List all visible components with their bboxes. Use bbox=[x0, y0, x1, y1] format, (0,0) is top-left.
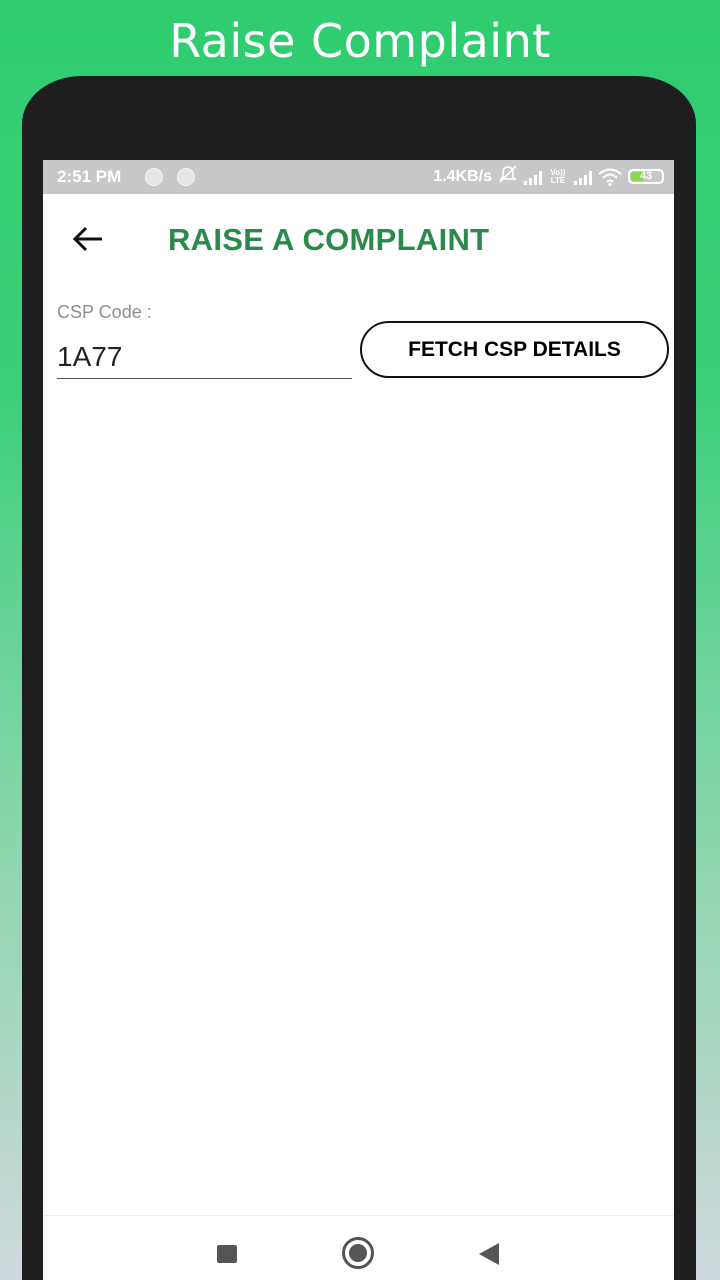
volte-icon: Vo)) LTE bbox=[550, 167, 566, 185]
arrow-left-icon bbox=[72, 226, 102, 252]
battery-level: 43 bbox=[639, 170, 653, 182]
recents-square-icon[interactable] bbox=[217, 1245, 237, 1263]
page-title: RAISE A COMPLAINT bbox=[168, 222, 490, 257]
csp-code-input[interactable] bbox=[57, 336, 352, 379]
signal-icon bbox=[574, 169, 592, 185]
back-button[interactable] bbox=[69, 220, 107, 258]
wifi-icon bbox=[598, 168, 622, 186]
phone-screen: 2:51 PM 1.4KB/s Vo)) LTE 43 RAISE A COMP… bbox=[43, 160, 674, 1280]
status-bar: 2:51 PM 1.4KB/s Vo)) LTE 43 bbox=[43, 160, 674, 194]
status-icons: 1.4KB/s Vo)) LTE 43 bbox=[433, 165, 664, 188]
app-bar: RAISE A COMPLAINT bbox=[43, 194, 674, 284]
system-nav-bar bbox=[43, 1215, 674, 1280]
network-speed: 1.4KB/s bbox=[433, 167, 492, 185]
status-time: 2:51 PM bbox=[57, 167, 122, 186]
back-triangle-icon[interactable] bbox=[479, 1243, 499, 1265]
notification-dot-icon bbox=[145, 168, 163, 186]
csp-code-label: CSP Code : bbox=[57, 302, 152, 322]
muted-bell-icon bbox=[498, 165, 518, 188]
signal-icon bbox=[524, 169, 542, 185]
promo-title: Raise Complaint bbox=[169, 14, 551, 68]
fetch-csp-details-button[interactable]: FETCH CSP DETAILS bbox=[360, 321, 669, 378]
battery-icon: 43 bbox=[628, 169, 664, 184]
home-circle-icon[interactable] bbox=[342, 1237, 374, 1269]
notification-dot-icon bbox=[177, 168, 195, 186]
